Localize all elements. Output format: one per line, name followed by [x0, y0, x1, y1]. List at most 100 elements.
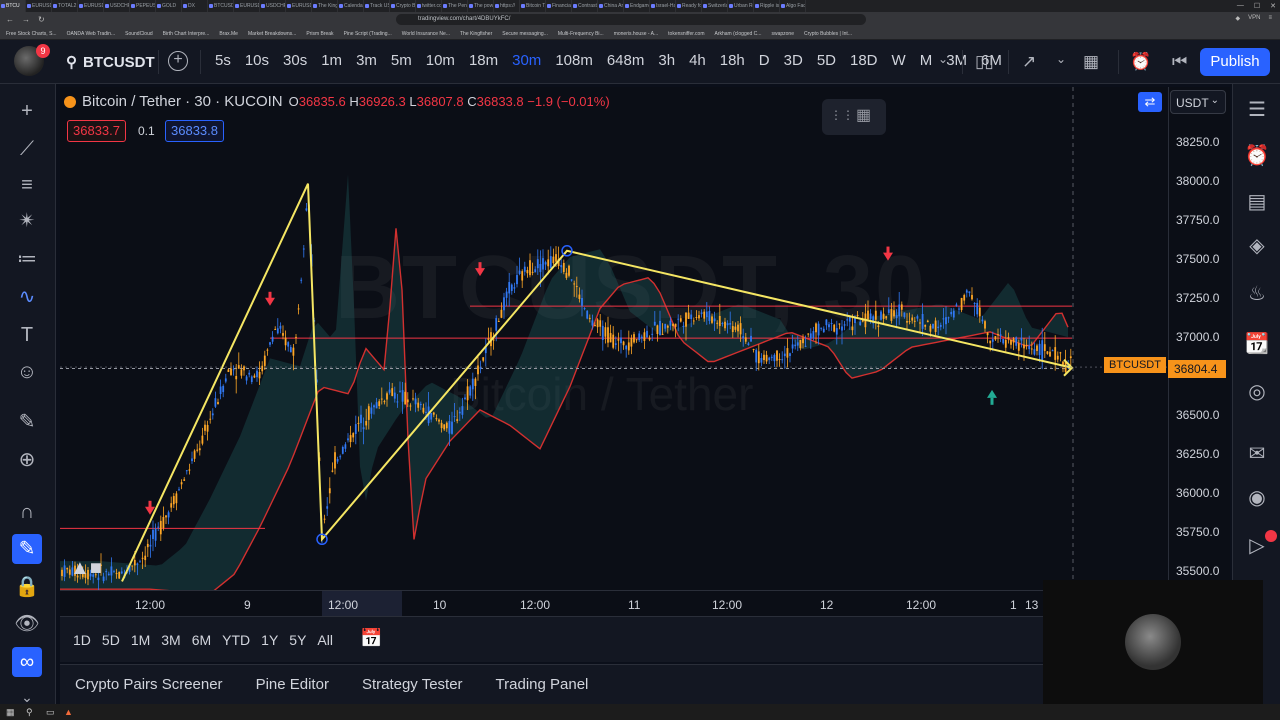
- interval-button[interactable]: 648m: [607, 52, 645, 69]
- bookmark-item[interactable]: Secure messaging...: [502, 27, 548, 39]
- interval-button[interactable]: 3h: [658, 52, 675, 69]
- chevron-down-icon[interactable]: ⌄: [1056, 52, 1066, 66]
- interval-button[interactable]: D: [759, 52, 770, 69]
- watchlist-icon[interactable]: ☰: [1243, 96, 1271, 124]
- interval-button[interactable]: 10s: [245, 52, 269, 69]
- date-range-icon[interactable]: 📅: [360, 628, 382, 649]
- interval-button[interactable]: 18h: [720, 52, 745, 69]
- bookmark-item[interactable]: Pine Script (Trading...: [344, 27, 392, 39]
- maximize-icon[interactable]: ☐: [1254, 2, 1260, 10]
- data-window-icon[interactable]: ▤: [1243, 188, 1271, 216]
- sell-price-button[interactable]: 36833.7: [67, 120, 126, 142]
- browser-tab[interactable]: China An: [598, 0, 624, 12]
- browser-tab[interactable]: The Peng: [442, 0, 468, 12]
- interval-button[interactable]: 5s: [215, 52, 231, 69]
- browser-tab[interactable]: Switzerla: [702, 0, 728, 12]
- minimize-icon[interactable]: —: [1237, 2, 1244, 10]
- crosshair-icon[interactable]: +: [12, 96, 42, 126]
- brush-icon[interactable]: ∿: [12, 282, 42, 312]
- bookmark-item[interactable]: Multi-Frequency Bi...: [558, 27, 604, 39]
- ideas-lightbulb-icon[interactable]: ◎: [1243, 378, 1271, 406]
- projection-icon[interactable]: ≔: [12, 244, 42, 274]
- interval-button[interactable]: 10m: [426, 52, 455, 69]
- zoom-icon[interactable]: ⊕: [12, 445, 42, 475]
- range-button[interactable]: All: [317, 632, 333, 648]
- chat-icon[interactable]: ✉: [1243, 440, 1271, 468]
- streams-icon[interactable]: ◉: [1243, 484, 1271, 512]
- vpn-icon[interactable]: VPN: [1248, 15, 1260, 22]
- range-button[interactable]: 1D: [73, 632, 91, 648]
- ruler-icon[interactable]: ✎: [12, 407, 42, 437]
- browser-tab[interactable]: Endgame: [624, 0, 650, 12]
- close-icon[interactable]: ✕: [1270, 2, 1276, 10]
- range-button[interactable]: YTD: [222, 632, 250, 648]
- fib-icon[interactable]: ≡: [12, 170, 42, 200]
- bookmark-item[interactable]: Crypto Bubbles | Int...: [804, 27, 852, 39]
- range-button[interactable]: 5D: [102, 632, 120, 648]
- browser-tab[interactable]: PEPEUSD: [130, 0, 156, 12]
- interval-button[interactable]: 1m: [321, 52, 342, 69]
- alarm-clock-icon[interactable]: ⏰: [1243, 142, 1271, 170]
- bookmark-item[interactable]: Market Breakdowns...: [248, 27, 296, 39]
- browser-tab[interactable]: BTCU: [0, 0, 26, 12]
- legend-title[interactable]: Bitcoin / Tether · 30 · KUCOIN: [82, 93, 283, 110]
- buy-price-button[interactable]: 36833.8: [165, 120, 224, 142]
- menu-icon[interactable]: ≡: [1268, 15, 1272, 22]
- reload-icon[interactable]: ↻: [38, 15, 45, 24]
- alert-icon[interactable]: ⏰: [1130, 52, 1151, 72]
- tradingview-logo[interactable]: ▲■: [70, 557, 102, 580]
- interval-button[interactable]: 3D: [784, 52, 803, 69]
- browser-tab[interactable]: DX: [182, 0, 208, 12]
- browser-tab[interactable]: Algo Fac: [780, 0, 806, 12]
- search-icon[interactable]: ⚲: [26, 707, 33, 718]
- calendar-icon[interactable]: 📆: [1243, 330, 1271, 358]
- interval-button[interactable]: 3m: [356, 52, 377, 69]
- bookmark-item[interactable]: swapzone: [771, 27, 794, 39]
- browser-tab[interactable]: https://: [494, 0, 520, 12]
- start-icon[interactable]: ▦: [6, 707, 15, 718]
- browser-tab[interactable]: Contrasti: [572, 0, 598, 12]
- browser-tab[interactable]: Israel-Ha: [650, 0, 676, 12]
- browser-tab[interactable]: Track US: [364, 0, 390, 12]
- bottom-panel-tab[interactable]: Trading Panel: [496, 676, 589, 693]
- eye-icon[interactable]: 👁: [12, 609, 42, 639]
- browser-tab[interactable]: Financial: [546, 0, 572, 12]
- interval-button[interactable]: 18D: [850, 52, 878, 69]
- interval-button[interactable]: W: [892, 52, 906, 69]
- browser-tab[interactable]: Urban Re: [728, 0, 754, 12]
- currency-select[interactable]: USDT ⌄: [1170, 90, 1226, 114]
- back-icon[interactable]: ←: [6, 15, 14, 24]
- interval-button[interactable]: 3M: [946, 52, 967, 69]
- interval-button[interactable]: 30s: [283, 52, 307, 69]
- range-button[interactable]: 5Y: [289, 632, 306, 648]
- browser-tab[interactable]: EURUSD: [26, 0, 52, 12]
- interval-button[interactable]: 5D: [817, 52, 836, 69]
- bookmark-item[interactable]: Free Stock Charts, S...: [6, 27, 57, 39]
- candles-icon[interactable]: ▯▯: [975, 52, 994, 72]
- browser-tab[interactable]: Ready fo: [676, 0, 702, 12]
- range-button[interactable]: 6M: [192, 632, 211, 648]
- lock-icon[interactable]: 🔒: [12, 572, 42, 602]
- task-view-icon[interactable]: ▭: [46, 707, 55, 718]
- emoji-icon[interactable]: ☺: [12, 357, 42, 387]
- magnet-icon[interactable]: ∩: [12, 497, 42, 527]
- bookmark-item[interactable]: World Insurance Ne...: [402, 27, 450, 39]
- bookmark-item[interactable]: Arkham (clogged C...: [715, 27, 762, 39]
- interval-button[interactable]: 30m: [512, 52, 541, 69]
- sync-icon[interactable]: ⇄: [1138, 92, 1162, 112]
- browser-tab[interactable]: Calendar: [338, 0, 364, 12]
- chevron-down-icon[interactable]: ⌄: [938, 52, 948, 66]
- range-button[interactable]: 1Y: [261, 632, 278, 648]
- forward-icon[interactable]: →: [22, 15, 30, 24]
- browser-tab[interactable]: Ripple is: [754, 0, 780, 12]
- bookmark-item[interactable]: The Kingfisher: [460, 27, 492, 39]
- bookmark-item[interactable]: Brax.Me: [219, 27, 238, 39]
- browser-tab[interactable]: The pow: [468, 0, 494, 12]
- bottom-panel-tab[interactable]: Pine Editor: [256, 676, 329, 693]
- interval-button[interactable]: 18m: [469, 52, 498, 69]
- interval-button[interactable]: 4h: [689, 52, 706, 69]
- interval-button[interactable]: 108m: [555, 52, 593, 69]
- add-layout-icon[interactable]: ▦: [856, 105, 871, 125]
- interval-button[interactable]: M: [920, 52, 933, 69]
- hotlist-fire-icon[interactable]: ♨: [1243, 280, 1271, 308]
